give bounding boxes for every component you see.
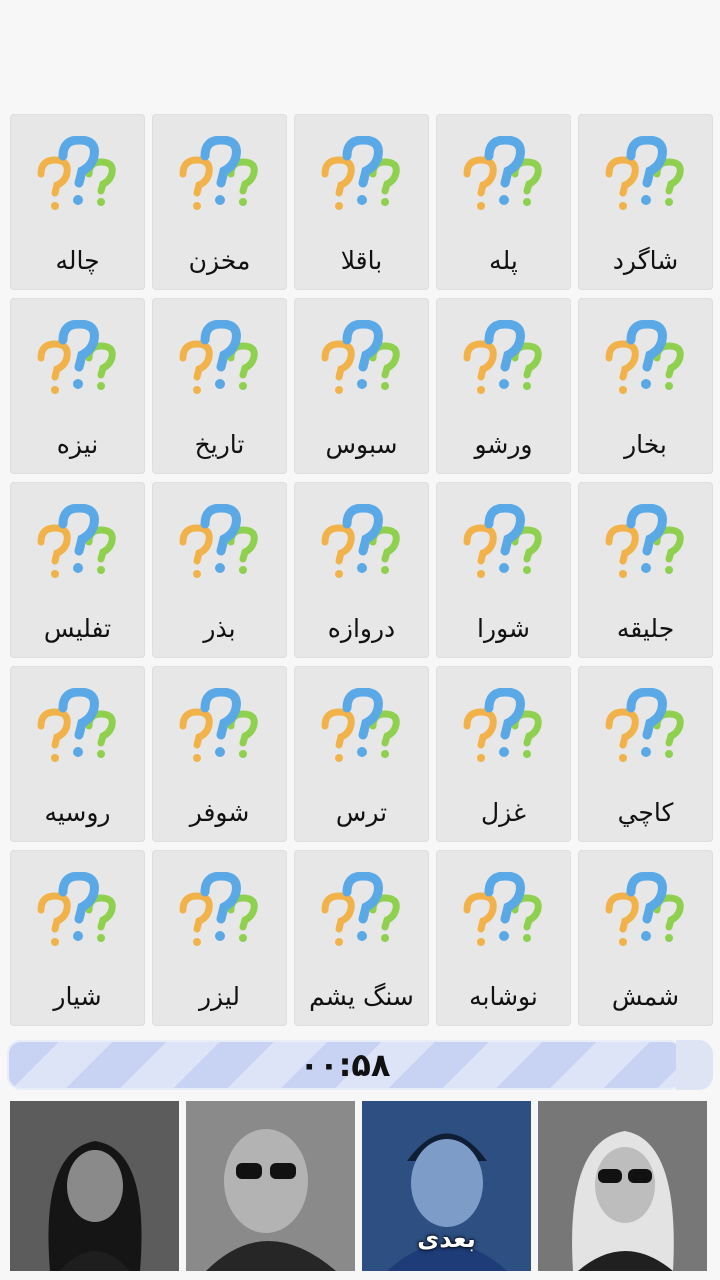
question-marks-icon: [321, 136, 400, 210]
question-marks-icon: [605, 136, 684, 210]
card-word: مخزن: [188, 246, 251, 275]
card-word: کاچي: [617, 798, 674, 827]
timer-text: ۰۰:۵۸: [299, 1046, 391, 1084]
word-card[interactable]: دروازه: [294, 482, 429, 658]
word-card[interactable]: بذر: [152, 482, 287, 658]
word-card[interactable]: سنگ يشم: [294, 850, 429, 1026]
word-card[interactable]: غزل: [436, 666, 571, 842]
card-word: پله: [489, 246, 518, 275]
question-marks-icon: [37, 688, 116, 762]
word-card[interactable]: ترس: [294, 666, 429, 842]
character-woman-dark-hair[interactable]: [10, 1101, 179, 1271]
character-row: بعدی: [10, 1101, 710, 1271]
word-card[interactable]: پله: [436, 114, 571, 290]
word-card[interactable]: تاريخ: [152, 298, 287, 474]
word-card[interactable]: شورا: [436, 482, 571, 658]
word-card[interactable]: ورشو: [436, 298, 571, 474]
word-grid: شاگرد پله باقلا مخزن چاله بخار ورشو سبوس…: [10, 114, 713, 1026]
word-card[interactable]: نيزه: [10, 298, 145, 474]
character-bald-man-sunglasses[interactable]: [186, 1101, 355, 1271]
word-card[interactable]: مخزن: [152, 114, 287, 290]
word-card[interactable]: کاچي: [578, 666, 713, 842]
word-card[interactable]: باقلا: [294, 114, 429, 290]
card-word: غزل: [480, 798, 527, 827]
word-card[interactable]: چاله: [10, 114, 145, 290]
card-word: بذر: [203, 614, 236, 643]
question-marks-icon: [605, 320, 684, 394]
card-word: بخار: [624, 430, 667, 459]
word-card[interactable]: سبوس: [294, 298, 429, 474]
question-marks-icon: [463, 504, 542, 578]
card-word: شورا: [477, 614, 530, 643]
word-card[interactable]: ليزر: [152, 850, 287, 1026]
card-word: تفليس: [43, 614, 112, 643]
question-marks-icon: [179, 136, 258, 210]
word-card[interactable]: شوفر: [152, 666, 287, 842]
next-label: بعدی: [417, 1225, 476, 1253]
card-word: چاله: [55, 246, 100, 275]
card-word: شيار: [53, 982, 102, 1011]
question-marks-icon: [37, 136, 116, 210]
question-marks-icon: [463, 136, 542, 210]
card-word: شاگرد: [612, 246, 679, 275]
word-card[interactable]: شاگرد: [578, 114, 713, 290]
question-marks-icon: [605, 504, 684, 578]
card-word: نيزه: [56, 430, 99, 459]
character-blonde-woman-sunglasses[interactable]: [538, 1101, 707, 1271]
question-marks-icon: [321, 688, 400, 762]
question-marks-icon: [321, 504, 400, 578]
card-word: روسيه: [44, 798, 111, 827]
character-man-blue-suit[interactable]: بعدی: [362, 1101, 531, 1271]
word-card[interactable]: روسيه: [10, 666, 145, 842]
question-marks-icon: [179, 872, 258, 946]
word-card[interactable]: بخار: [578, 298, 713, 474]
question-marks-icon: [463, 688, 542, 762]
card-word: جليقه: [616, 614, 675, 643]
card-word: تاريخ: [194, 430, 245, 459]
card-word: دروازه: [327, 614, 396, 643]
question-marks-icon: [463, 320, 542, 394]
card-word: ترس: [335, 798, 388, 827]
question-marks-icon: [605, 872, 684, 946]
card-word: سنگ يشم: [309, 982, 414, 1011]
card-word: سبوس: [325, 430, 398, 459]
timer-bar-end: [676, 1040, 713, 1090]
word-card[interactable]: شيار: [10, 850, 145, 1026]
question-marks-icon: [179, 504, 258, 578]
card-word: ليزر: [198, 982, 241, 1011]
question-marks-icon: [37, 872, 116, 946]
word-card[interactable]: تفليس: [10, 482, 145, 658]
question-marks-icon: [179, 688, 258, 762]
question-marks-icon: [605, 688, 684, 762]
word-card[interactable]: نوشابه: [436, 850, 571, 1026]
card-word: ورشو: [474, 430, 533, 459]
question-marks-icon: [321, 872, 400, 946]
question-marks-icon: [37, 320, 116, 394]
question-marks-icon: [37, 504, 116, 578]
card-word: شوفر: [189, 798, 250, 827]
timer-bar: ۰۰:۵۸: [7, 1040, 683, 1090]
card-word: باقلا: [340, 246, 383, 275]
question-marks-icon: [179, 320, 258, 394]
word-card[interactable]: شمش: [578, 850, 713, 1026]
question-marks-icon: [321, 320, 400, 394]
question-marks-icon: [463, 872, 542, 946]
card-word: نوشابه: [469, 982, 538, 1011]
card-word: شمش: [611, 982, 680, 1011]
word-card[interactable]: جليقه: [578, 482, 713, 658]
